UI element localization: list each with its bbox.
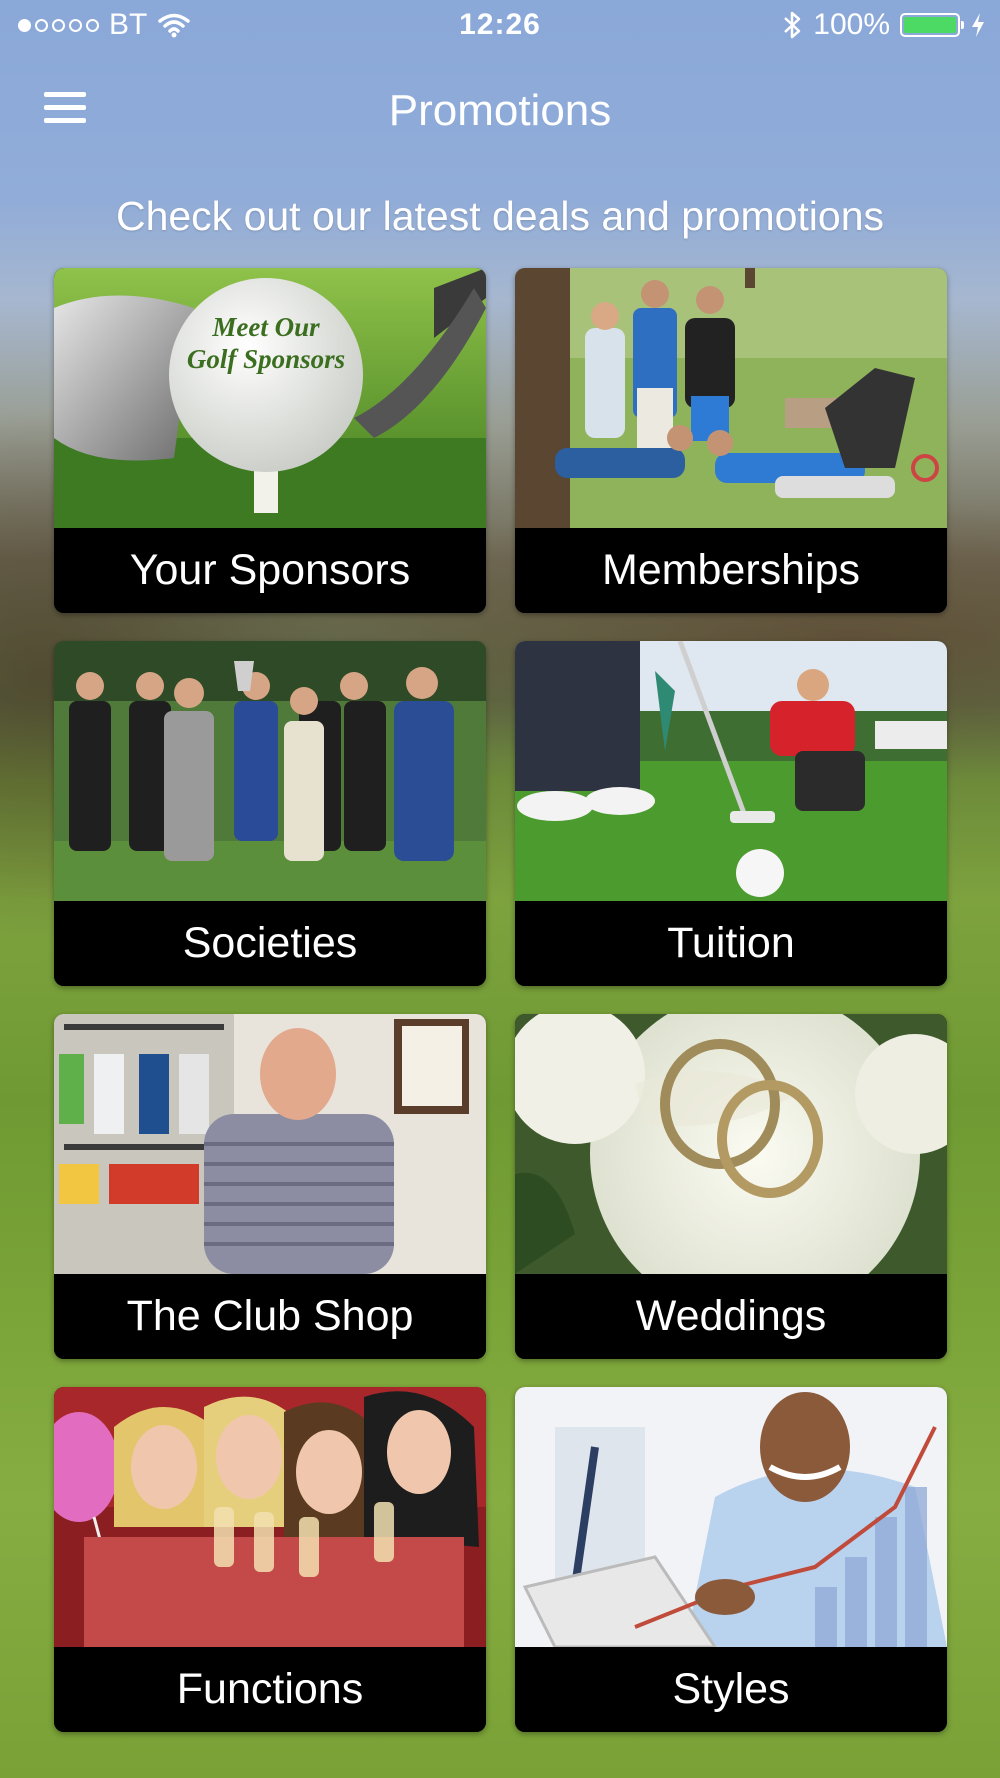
tile-label: Styles — [515, 1647, 947, 1732]
ball-text-line-1: Meet Our — [211, 312, 320, 342]
tile-your-sponsors[interactable]: Meet Our Golf Sponsors Your Sponsors — [54, 268, 486, 613]
tile-weddings[interactable]: Weddings — [515, 1014, 947, 1359]
tile-styles[interactable]: Styles — [515, 1387, 947, 1732]
memberships-image — [515, 268, 947, 528]
tile-label: Memberships — [515, 528, 947, 613]
tile-label: Weddings — [515, 1274, 947, 1359]
sponsors-image: Meet Our Golf Sponsors — [54, 268, 486, 528]
tile-label: Your Sponsors — [54, 528, 486, 613]
tile-label: The Club Shop — [54, 1274, 486, 1359]
tile-the-club-shop[interactable]: The Club Shop — [54, 1014, 486, 1359]
page-title: Promotions — [388, 86, 612, 135]
nav-bar: Promotions — [0, 60, 1000, 160]
tile-tuition[interactable]: Tuition — [515, 641, 947, 986]
tile-label: Tuition — [515, 901, 947, 986]
status-right: 100% — [781, 8, 986, 42]
societies-image — [54, 641, 486, 901]
tuition-image — [515, 641, 947, 901]
tile-label: Societies — [54, 901, 486, 986]
page-subtitle: Check out our latest deals and promotion… — [115, 193, 885, 239]
tile-memberships[interactable]: Memberships — [515, 268, 947, 613]
functions-image — [54, 1387, 486, 1647]
status-bar: BT 12:26 100% — [0, 0, 1000, 54]
charging-bolt-icon — [972, 13, 984, 37]
battery-percent: 100% — [813, 8, 890, 41]
tile-label: Functions — [54, 1647, 486, 1732]
battery-icon — [900, 13, 964, 37]
weddings-image — [515, 1014, 947, 1274]
ball-text-line-2: Golf Sponsors — [187, 344, 345, 374]
club-shop-image — [54, 1014, 486, 1274]
tile-societies[interactable]: Societies — [54, 641, 486, 986]
tile-functions[interactable]: Functions — [54, 1387, 486, 1732]
styles-image — [515, 1387, 947, 1647]
bluetooth-icon — [784, 11, 801, 39]
